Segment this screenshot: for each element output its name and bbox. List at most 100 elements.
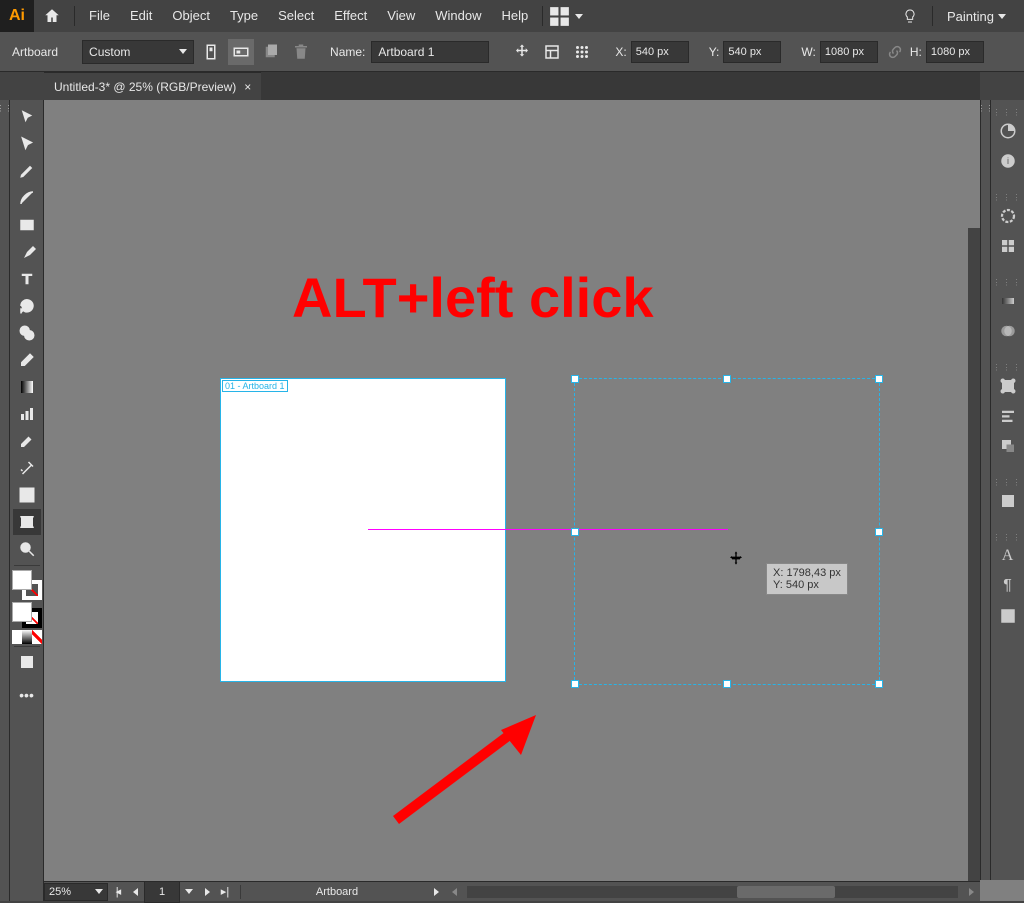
prev-artboard-button[interactable]	[126, 883, 144, 901]
workspace-switcher[interactable]: Painting	[937, 9, 1016, 24]
export-panel-icon[interactable]	[994, 487, 1022, 515]
edit-toolbar-button[interactable]: •••	[13, 682, 41, 708]
panel-grip[interactable]: ⋮⋮⋮	[993, 108, 1023, 117]
y-input[interactable]	[723, 41, 781, 63]
canvas[interactable]: 01 - Artboard 1 X: 1798,43 px Y: 540 px …	[44, 100, 1024, 901]
delete-artboard-button[interactable]	[288, 39, 314, 65]
gradient-tool[interactable]	[13, 374, 41, 400]
panel-grip[interactable]: ⋮⋮⋮	[993, 363, 1023, 372]
gradient-panel-icon[interactable]	[994, 287, 1022, 315]
scroll-right-button[interactable]	[962, 883, 980, 901]
transform-panel-icon[interactable]	[994, 372, 1022, 400]
panel-grip[interactable]: ⋮⋮⋮	[993, 278, 1023, 287]
panel-grip[interactable]: ⋮⋮⋮	[993, 478, 1023, 487]
panel-grip[interactable]: ⋮⋮⋮	[993, 533, 1023, 542]
slice-tool[interactable]	[13, 482, 41, 508]
resize-handle[interactable]	[571, 375, 579, 383]
search-help-icon[interactable]	[892, 0, 928, 32]
symbol-sprayer-tool[interactable]	[13, 455, 41, 481]
artboard-label[interactable]: 01 - Artboard 1	[222, 380, 288, 392]
status-flyout-button[interactable]	[427, 883, 445, 901]
artboard-nav-chevron[interactable]	[180, 883, 198, 901]
close-tab-icon[interactable]: ×	[244, 80, 251, 94]
zoom-tool[interactable]	[13, 536, 41, 562]
menu-object[interactable]: Object	[162, 0, 220, 32]
scrollbar-thumb[interactable]	[737, 886, 835, 898]
artboard-options-button[interactable]	[539, 39, 565, 65]
selection-tool[interactable]	[13, 104, 41, 130]
landscape-orientation-button[interactable]	[228, 39, 254, 65]
new-artboard-button[interactable]	[258, 39, 284, 65]
paragraph-panel-icon[interactable]: ¶	[994, 572, 1022, 600]
eyedropper-tool[interactable]	[13, 428, 41, 454]
h-input[interactable]	[926, 41, 984, 63]
shape-builder-tool[interactable]	[13, 320, 41, 346]
scroll-left-button[interactable]	[445, 883, 463, 901]
resize-handle[interactable]	[723, 680, 731, 688]
w-input[interactable]	[820, 41, 878, 63]
pen-tool[interactable]	[13, 158, 41, 184]
collapse-tools-button[interactable]: ⋮⋮	[0, 100, 10, 901]
menu-effect[interactable]: Effect	[324, 0, 377, 32]
menu-type[interactable]: Type	[220, 0, 268, 32]
properties-panel-icon[interactable]: i	[994, 147, 1022, 175]
menu-file[interactable]: File	[79, 0, 120, 32]
artboard-name-input[interactable]	[371, 41, 489, 63]
panel-grip[interactable]: ⋮⋮⋮	[993, 193, 1023, 202]
resize-handle[interactable]	[723, 375, 731, 383]
default-fill-stroke[interactable]	[12, 602, 42, 628]
collapse-panels-button[interactable]: ⋮⋮	[980, 100, 990, 880]
artboard-number-input[interactable]	[144, 881, 180, 903]
transparency-panel-icon[interactable]	[994, 317, 1022, 345]
artboard-1[interactable]	[220, 378, 506, 682]
menu-view[interactable]: View	[377, 0, 425, 32]
artboard-2-ghost[interactable]	[574, 378, 880, 685]
resize-handle[interactable]	[571, 680, 579, 688]
vertical-scrollbar[interactable]	[968, 228, 980, 881]
arrange-docs-icon[interactable]	[547, 0, 583, 32]
color-panel-icon[interactable]	[994, 202, 1022, 230]
menu-edit[interactable]: Edit	[120, 0, 162, 32]
last-artboard-button[interactable]: ▸|	[216, 883, 234, 901]
home-icon[interactable]	[34, 0, 70, 32]
resize-handle[interactable]	[875, 528, 883, 536]
paintbrush-tool[interactable]	[13, 239, 41, 265]
horizontal-scrollbar[interactable]	[467, 886, 958, 898]
link-wh-button[interactable]	[882, 39, 908, 65]
divider	[542, 6, 543, 26]
rotate-tool[interactable]	[13, 293, 41, 319]
menu-select[interactable]: Select	[268, 0, 324, 32]
color-mode-toggles[interactable]	[12, 630, 42, 644]
curvature-tool[interactable]	[13, 185, 41, 211]
fill-stroke-swatches[interactable]	[12, 570, 42, 600]
divider	[932, 6, 933, 26]
reference-point-button[interactable]	[569, 39, 595, 65]
resize-handle[interactable]	[875, 375, 883, 383]
move-with-artboard-button[interactable]	[509, 39, 535, 65]
column-graph-tool[interactable]	[13, 401, 41, 427]
pathfinder-panel-icon[interactable]	[994, 432, 1022, 460]
resize-handle[interactable]	[571, 528, 579, 536]
workspace-label: Painting	[947, 9, 994, 24]
document-tab[interactable]: Untitled-3* @ 25% (RGB/Preview) ×	[44, 72, 261, 100]
artboard-preset-select[interactable]: Custom	[82, 40, 194, 64]
align-panel-icon[interactable]	[994, 402, 1022, 430]
first-artboard-button[interactable]: |◂	[108, 883, 126, 901]
type-tool[interactable]	[13, 266, 41, 292]
resize-handle[interactable]	[875, 680, 883, 688]
zoom-select[interactable]: 25%	[44, 883, 108, 901]
direct-selection-tool[interactable]	[13, 131, 41, 157]
next-artboard-button[interactable]	[198, 883, 216, 901]
portrait-orientation-button[interactable]	[198, 39, 224, 65]
menu-help[interactable]: Help	[491, 0, 538, 32]
x-input[interactable]	[631, 41, 689, 63]
glyphs-panel-icon[interactable]	[994, 602, 1022, 630]
eraser-tool[interactable]	[13, 347, 41, 373]
draw-mode-button[interactable]	[13, 649, 41, 675]
swatches-panel-icon[interactable]	[994, 232, 1022, 260]
artboard-tool[interactable]	[13, 509, 41, 535]
menu-window[interactable]: Window	[425, 0, 491, 32]
character-panel-icon[interactable]: A	[994, 542, 1022, 570]
rectangle-tool[interactable]	[13, 212, 41, 238]
color-wheel-panel-icon[interactable]	[994, 117, 1022, 145]
